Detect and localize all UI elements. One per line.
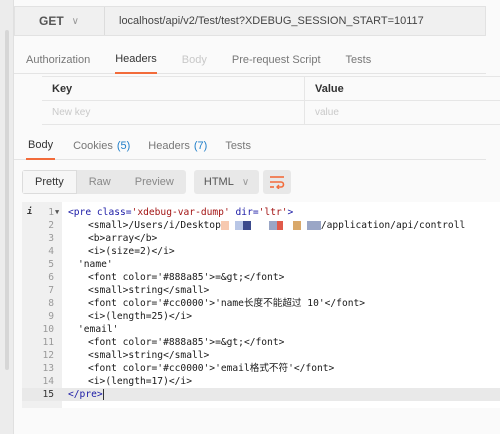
chevron-down-icon: ∨ xyxy=(71,15,79,27)
sidebar-scrollbar[interactable] xyxy=(5,30,9,370)
code-text: <small>/Users/i/Desktop/application/api/… xyxy=(88,219,465,232)
new-value-input[interactable]: value xyxy=(305,101,500,124)
code-line-current: 15 </pre> xyxy=(22,388,500,401)
tab-response-headers[interactable]: Headers (7) xyxy=(148,132,207,160)
code-text: <font color='#cc0000'>'name长度不能超过 10'</f… xyxy=(88,298,366,309)
new-key-input[interactable]: New key xyxy=(42,101,305,124)
code-line: 4 <i>(size=2)</i> xyxy=(22,245,500,258)
tab-body[interactable]: Body xyxy=(182,46,207,74)
line-number: 4 xyxy=(48,246,54,257)
code-text: <font color='#888a85'>=&gt;</font> xyxy=(88,337,285,348)
method-select[interactable]: GET ∨ xyxy=(15,7,105,35)
tab-cookies[interactable]: Cookies (5) xyxy=(73,132,130,160)
code-text: <small>string</small> xyxy=(88,285,210,296)
line-number: 5 xyxy=(48,259,54,270)
line-number: 1 xyxy=(48,207,54,218)
line-number: 8 xyxy=(48,298,54,309)
tab-label: Tests xyxy=(225,139,251,152)
wrap-lines-icon xyxy=(270,176,285,189)
view-mode-switch: Pretty Raw Preview xyxy=(22,170,186,194)
code-line: 8 <font color='#cc0000'>'name长度不能超过 10'<… xyxy=(22,297,500,310)
tab-authorization[interactable]: Authorization xyxy=(26,46,90,74)
tab-pre-request-script[interactable]: Pre-request Script xyxy=(232,46,321,74)
text-cursor xyxy=(102,388,104,400)
line-number: 15 xyxy=(42,389,54,400)
fold-arrow-icon[interactable]: ▼ xyxy=(55,206,59,219)
line-number: 2 xyxy=(48,220,54,231)
code-token: 'xdebug-var-dump' xyxy=(131,207,230,218)
line-number: 11 xyxy=(42,337,54,348)
request-url-bar: GET ∨ localhost/api/v2/Test/test?XDEBUG_… xyxy=(14,6,486,36)
table-header-row: Key Value xyxy=(42,77,500,101)
redacted-path-image xyxy=(220,220,321,230)
response-tabs: Body Cookies (5) Headers (7) Tests xyxy=(14,132,486,160)
cookies-count: (5) xyxy=(116,139,131,152)
headers-count: (7) xyxy=(193,139,208,152)
code-line: 11 <font color='#888a85'>=&gt;</font> xyxy=(22,336,500,349)
line-number: 14 xyxy=(42,376,54,387)
code-line: i 1 ▼ <pre class='xdebug-var-dump' dir='… xyxy=(22,206,500,219)
code-text: <i>(length=17)</i> xyxy=(88,376,192,387)
code-text: <font color='#cc0000'>'email格式不符'</font> xyxy=(88,363,335,374)
code-line: 13 <font color='#cc0000'>'email格式不符'</fo… xyxy=(22,362,500,375)
value-column-header: Value xyxy=(315,82,344,95)
code-token: <pre xyxy=(68,207,97,218)
code-token: /application/api/controll xyxy=(320,220,466,231)
key-column-header: Key xyxy=(42,77,305,100)
line-number: 6 xyxy=(48,272,54,283)
line-number: 7 xyxy=(48,285,54,296)
chevron-down-icon: ∨ xyxy=(241,176,250,188)
code-text: <i>(length=25)</i> xyxy=(88,311,192,322)
code-text: <pre class='xdebug-var-dump' dir='ltr'> xyxy=(68,206,293,219)
tab-response-tests[interactable]: Tests xyxy=(225,132,251,160)
code-text: <b>array</b> xyxy=(88,233,158,244)
response-toolbar: Pretty Raw Preview HTML ∨ xyxy=(22,170,292,194)
line-number: 10 xyxy=(42,324,54,335)
code-line: 6 <font color='#888a85'>=&gt;</font> xyxy=(22,271,500,284)
code-text: 'name' xyxy=(78,259,113,270)
code-token: dir= xyxy=(229,207,259,218)
code-token: </pre> xyxy=(68,389,103,400)
code-token: 'ltr' xyxy=(258,207,288,218)
line-number: 9 xyxy=(48,311,54,322)
tab-label: Headers xyxy=(148,139,190,152)
view-raw-button[interactable]: Raw xyxy=(77,170,123,194)
code-line: 5 'name' xyxy=(22,258,500,271)
tab-headers[interactable]: Headers xyxy=(115,46,157,74)
code-text: <i>(size=2)</i> xyxy=(88,246,175,257)
code-token: class= xyxy=(96,207,132,218)
code-line: 3 <b>array</b> xyxy=(22,232,500,245)
table-row: New key value xyxy=(42,101,500,125)
line-number: 12 xyxy=(42,350,54,361)
view-pretty-button[interactable]: Pretty xyxy=(22,170,77,194)
code-text: <font color='#888a85'>=&gt;</font> xyxy=(88,272,285,283)
tab-response-body[interactable]: Body xyxy=(26,132,56,160)
code-line: 12 <small>string</small> xyxy=(22,349,500,362)
code-line: 7 <small>string</small> xyxy=(22,284,500,297)
method-label: GET xyxy=(39,14,64,28)
line-number: 3 xyxy=(48,233,54,244)
code-token: > xyxy=(287,207,294,218)
line-number: 13 xyxy=(42,363,54,374)
left-sidebar-edge xyxy=(0,0,14,434)
code-line: 10 'email' xyxy=(22,323,500,336)
code-text: 'email' xyxy=(78,324,119,335)
headers-table: Key Value New key value xyxy=(42,76,500,126)
view-preview-button[interactable]: Preview xyxy=(123,170,186,194)
tab-label: Cookies xyxy=(73,139,113,152)
tab-label: Body xyxy=(28,138,54,151)
format-select[interactable]: HTML ∨ xyxy=(193,170,260,194)
tab-tests[interactable]: Tests xyxy=(346,46,372,74)
format-label: HTML xyxy=(203,176,234,188)
code-text: </pre> xyxy=(68,388,104,401)
request-tabs: Authorization Headers Body Pre-request S… xyxy=(14,46,486,74)
wrap-lines-button[interactable] xyxy=(263,170,292,194)
code-line: 9 <i>(length=25)</i> xyxy=(22,310,500,323)
code-token: <small>/Users/i/Desktop xyxy=(88,220,221,231)
code-line: 14 <i>(length=17)</i> xyxy=(22,375,500,388)
code-line: 2 <small>/Users/i/Desktop/application/ap… xyxy=(22,219,500,232)
url-input[interactable]: localhost/api/v2/Test/test?XDEBUG_SESSIO… xyxy=(119,7,424,35)
response-body-editor[interactable]: i 1 ▼ <pre class='xdebug-var-dump' dir='… xyxy=(22,202,500,408)
code-text: <small>string</small> xyxy=(88,350,210,361)
